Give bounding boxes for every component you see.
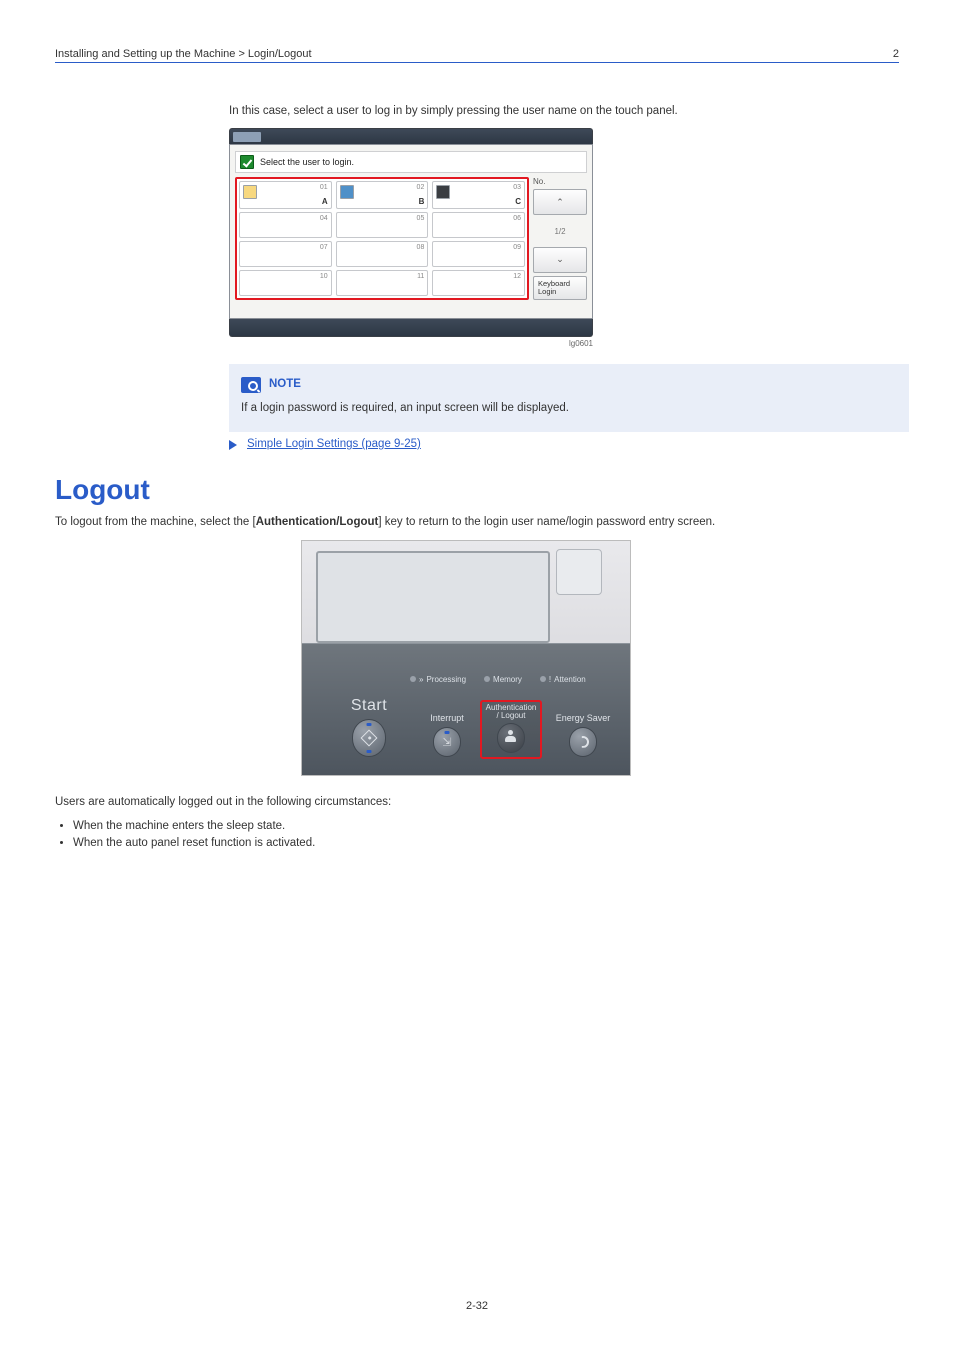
login-user-cell[interactable]: 07 — [239, 241, 332, 267]
start-icon — [361, 729, 378, 746]
login-user-cell[interactable]: 01A — [239, 181, 332, 209]
control-panel-figure: »Processing Memory !Attention Start Inte… — [301, 540, 631, 776]
energy-saver-button[interactable]: Energy Saver — [548, 713, 618, 757]
led-icon — [484, 676, 490, 682]
info-icon — [240, 155, 254, 169]
start-button[interactable]: Start — [330, 697, 408, 757]
scroll-down-button[interactable]: ⌄ — [533, 247, 587, 273]
xref-arrow-icon — [229, 439, 241, 449]
status-attention: Attention — [554, 675, 586, 684]
moon-icon — [577, 736, 589, 748]
avatar-icon — [243, 185, 257, 199]
login-user-cell[interactable]: 06 — [432, 212, 525, 238]
header-path: Installing and Setting up the Machine > … — [55, 48, 312, 60]
auth-logout-button[interactable]: Authentication / Logout — [478, 700, 544, 759]
login-user-cell[interactable]: 09 — [432, 241, 525, 267]
login-user-cell[interactable]: 08 — [336, 241, 429, 267]
login-user-cell[interactable]: 04 — [239, 212, 332, 238]
login-user-cell[interactable]: 12 — [432, 270, 525, 296]
xref-link[interactable]: Simple Login Settings (page 9-25) — [247, 438, 421, 450]
chevron-up-icon: ⌃ — [556, 197, 564, 208]
figure-tag: lg0601 — [229, 339, 593, 348]
interrupt-button[interactable]: Interrupt ⇲ — [418, 713, 476, 757]
login-user-cell[interactable]: 02B — [336, 181, 429, 209]
touchscreen — [316, 551, 550, 643]
auth-logout-label: Authentication / Logout — [484, 704, 538, 720]
start-label: Start — [351, 697, 387, 715]
note-heading: NOTE — [269, 376, 301, 394]
header-rule — [55, 62, 899, 63]
login-user-cell[interactable]: 03C — [432, 181, 525, 209]
no-label: No. — [533, 177, 587, 186]
login-user-cell[interactable]: 11 — [336, 270, 429, 296]
avatar-icon — [340, 185, 354, 199]
keyboard-login-button[interactable]: Keyboard Login — [533, 276, 587, 301]
login-user-cell[interactable]: 10 — [239, 270, 332, 296]
panel-square — [556, 549, 602, 595]
energy-saver-label: Energy Saver — [556, 713, 611, 723]
page-indicator: 1/2 — [533, 218, 587, 244]
chevron-down-icon: ⌄ — [556, 254, 564, 265]
bullet-item: When the auto panel reset function is ac… — [73, 835, 899, 853]
login-user-grid[interactable]: 01A 02B 03C 04 05 06 07 08 09 — [235, 177, 529, 300]
page-number: 2-32 — [0, 1300, 954, 1312]
bullet-item: When the machine enters the sleep state. — [73, 818, 899, 836]
interrupt-label: Interrupt — [430, 713, 464, 723]
login-panel-figure: Select the user to login. 01A 02B 03C 04… — [229, 128, 593, 348]
led-icon — [540, 676, 546, 682]
lead-text: In this case, select a user to log in by… — [229, 103, 869, 120]
avatar-icon — [436, 185, 450, 199]
status-row: »Processing Memory !Attention — [410, 675, 586, 684]
note-icon — [241, 377, 261, 393]
logout-heading: Logout — [55, 474, 899, 506]
person-icon — [505, 733, 517, 743]
status-memory: Memory — [493, 675, 522, 684]
login-user-cell[interactable]: 05 — [336, 212, 429, 238]
note-box: NOTE If a login password is required, an… — [229, 364, 909, 432]
scroll-up-button[interactable]: ⌃ — [533, 189, 587, 215]
note-body: If a login password is required, an inpu… — [241, 400, 897, 418]
header-chapter: 2 — [893, 48, 899, 60]
login-titlebar — [229, 128, 593, 144]
interrupt-icon: ⇲ — [442, 735, 451, 748]
login-footer — [229, 319, 593, 337]
status-processing: Processing — [426, 675, 466, 684]
led-icon — [410, 676, 416, 682]
logout-body2: Users are automatically logged out in th… — [55, 794, 899, 812]
logout-body: To logout from the machine, select the [… — [55, 514, 899, 532]
login-message: Select the user to login. — [260, 157, 354, 167]
